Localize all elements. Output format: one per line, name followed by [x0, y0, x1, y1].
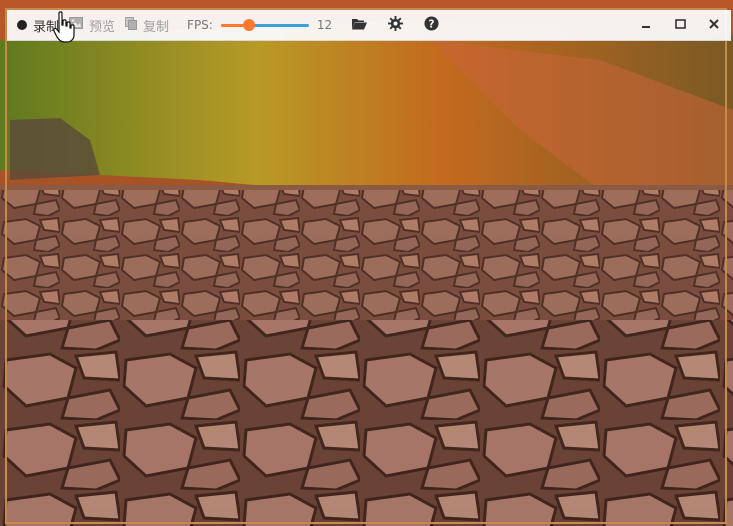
preview-button[interactable]: 预览	[69, 16, 115, 35]
fps-value: 12	[316, 18, 333, 32]
minimize-icon	[641, 18, 651, 33]
copy-label: 复制	[143, 19, 170, 35]
hand-cursor-icon	[53, 11, 75, 47]
open-folder-button[interactable]	[350, 16, 368, 34]
window-controls	[629, 10, 731, 40]
preview-label: 预览	[89, 19, 116, 35]
copy-button[interactable]: 复制	[125, 16, 169, 35]
gear-icon	[387, 15, 403, 35]
help-button[interactable]: ?	[422, 15, 440, 35]
fps-slider-thumb[interactable]	[243, 19, 256, 31]
minimize-button[interactable]	[629, 10, 663, 40]
copy-icon	[125, 16, 138, 34]
question-circle-icon: ?	[424, 15, 439, 35]
folder-open-icon	[351, 17, 368, 34]
maximize-icon	[674, 18, 686, 33]
maximize-button[interactable]	[663, 10, 697, 40]
close-icon	[709, 18, 719, 33]
settings-button[interactable]	[386, 15, 404, 35]
record-dot-icon	[17, 20, 27, 30]
recorder-toolbar: 录制 预览 复制 FPS: 12 ?	[7, 10, 731, 41]
screen: 录制 预览 复制 FPS: 12 ?	[0, 0, 733, 526]
background-photo	[0, 0, 733, 526]
fps-label: FPS:	[187, 18, 213, 32]
fps-slider[interactable]	[220, 18, 309, 32]
close-button[interactable]	[697, 10, 731, 40]
svg-text:?: ?	[428, 18, 434, 30]
